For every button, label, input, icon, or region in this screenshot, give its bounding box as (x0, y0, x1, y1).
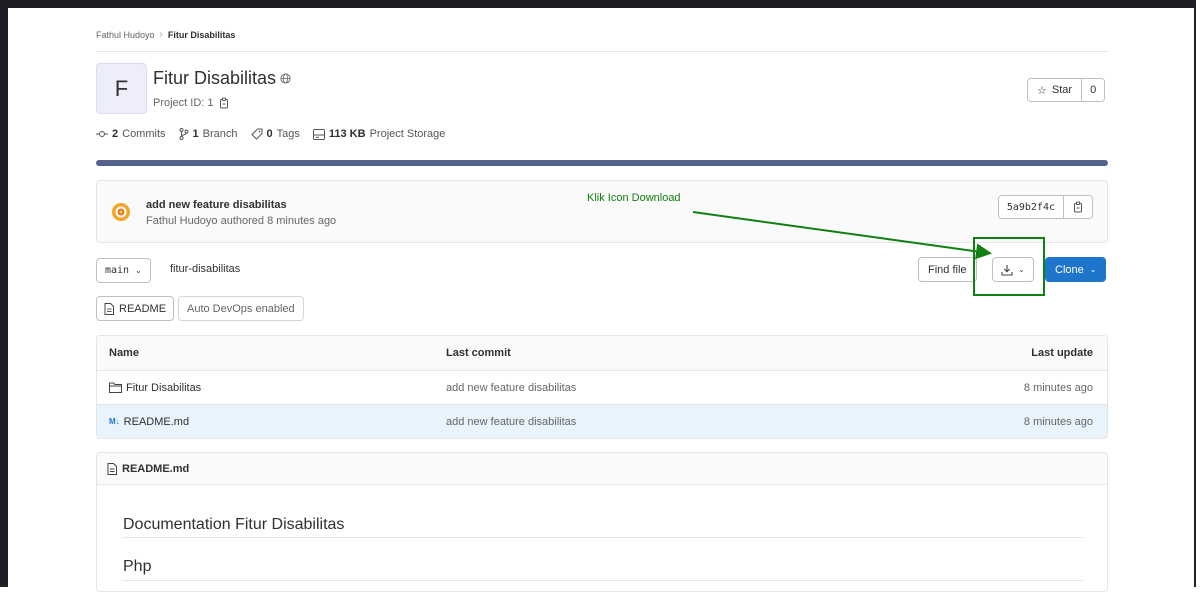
commits-count: 2 (112, 128, 119, 140)
breadcrumb-chevron-icon: › (159, 29, 163, 40)
branch-icon (179, 128, 189, 140)
commits-stat[interactable]: 2 Commits (96, 128, 166, 140)
copy-sha-button[interactable] (1064, 196, 1092, 218)
header-last-update: Last update (1031, 347, 1093, 359)
star-button-group: ☆ Star 0 (1027, 78, 1106, 102)
file-name-link[interactable]: Fitur Disabilitas (109, 382, 201, 394)
file-last-update: 8 minutes ago (1023, 381, 1093, 394)
commit-author-meta: Fathul Hudoyo authored 8 minutes ago (146, 215, 337, 227)
project-avatar[interactable]: F (96, 63, 147, 114)
table-header-row: Name Last commit Last update (97, 336, 1107, 370)
branch-count: 1 (192, 128, 199, 140)
screen-frame-left (0, 0, 8, 587)
copy-icon (1073, 201, 1082, 213)
project-title-wrap: Fitur Disabilitas (153, 68, 291, 89)
table-row[interactable]: M↓ README.md add new feature disabilitas… (97, 404, 1107, 438)
clone-label: Clone (1055, 263, 1084, 276)
auto-devops-button[interactable]: Auto DevOps enabled (178, 296, 304, 321)
file-tree-table: Name Last commit Last update Fitur Disab… (96, 335, 1108, 439)
chevron-down-icon: ⌄ (135, 266, 142, 275)
tag-icon (250, 128, 262, 140)
file-icon (104, 302, 114, 315)
header-last-commit: Last commit (446, 347, 511, 359)
annotation-label: Klik Icon Download (587, 192, 681, 204)
find-file-button[interactable]: Find file (918, 257, 977, 282)
markdown-icon: M↓ (109, 417, 120, 426)
storage-usage-fill (96, 160, 1108, 166)
branch-selector[interactable]: main ⌄ (96, 258, 151, 283)
project-avatar-letter: F (114, 75, 129, 101)
project-id: Project ID: 1 (153, 97, 230, 109)
storage-value: 113 KB (328, 128, 366, 140)
star-button[interactable]: ☆ Star (1028, 79, 1083, 101)
commits-label: Commits (122, 128, 166, 140)
download-source-button[interactable]: ⌄ (992, 257, 1034, 282)
star-label: Star (1051, 84, 1073, 96)
file-name-text: Fitur Disabilitas (126, 381, 202, 394)
branch-selector-value: main (105, 265, 130, 276)
file-last-commit-link[interactable]: add new feature disabilitas (446, 416, 576, 428)
storage-stat[interactable]: 113 KB Project Storage (312, 128, 446, 140)
repository-path-link[interactable]: fitur-disabilitas (170, 263, 240, 275)
header-name: Name (109, 347, 139, 359)
readme-button[interactable]: README (96, 296, 175, 321)
branch-stat[interactable]: 1 Branch (179, 128, 238, 140)
readme-heading-1-underline (123, 537, 1083, 538)
project-stats: 2 Commits 1 Branch 0 Tags 113 KB Project… (96, 128, 445, 140)
readme-heading-2-underline (123, 580, 1083, 581)
project-id-text: Project ID: 1 (153, 97, 214, 109)
commit-sha-group: 5a9b2f4c (997, 195, 1093, 219)
readme-heading-1: Documentation Fitur Disabilitas (123, 516, 345, 533)
breadcrumb: Fathul Hudoyo › Fitur Disabilitas (96, 29, 235, 40)
breadcrumb-parent-link[interactable]: Fathul Hudoyo (96, 30, 155, 40)
readme-panel-header: README.md (97, 453, 1107, 485)
commit-sha-link[interactable]: 5a9b2f4c (998, 196, 1064, 218)
file-last-update: 8 minutes ago (1023, 415, 1093, 428)
chevron-down-icon: ⌄ (1018, 265, 1025, 274)
tags-count: 0 (266, 128, 273, 140)
find-file-label: Find file (928, 263, 967, 276)
commit-title-link[interactable]: add new feature disabilitas (146, 199, 287, 211)
screen-frame-top (0, 0, 1204, 8)
commit-icon (96, 131, 108, 137)
file-name-link[interactable]: M↓ README.md (109, 416, 189, 428)
file-name-text: README.md (123, 415, 190, 428)
branch-label: Branch (202, 128, 238, 140)
chevron-down-icon: ⌄ (1089, 265, 1097, 274)
header-divider (96, 51, 1108, 52)
project-title: Fitur Disabilitas (153, 68, 277, 88)
storage-label: Project Storage (369, 128, 446, 140)
tags-label: Tags (276, 128, 300, 140)
clone-button[interactable]: Clone ⌄ (1045, 257, 1107, 282)
breadcrumb-current-link[interactable]: Fitur Disabilitas (168, 30, 236, 40)
file-icon (107, 462, 117, 475)
table-row[interactable]: Fitur Disabilitas add new feature disabi… (97, 370, 1107, 404)
file-last-commit-link[interactable]: add new feature disabilitas (446, 382, 576, 394)
readme-button-label: README (119, 302, 167, 315)
readme-filename-link[interactable]: README.md (122, 463, 189, 475)
author-avatar[interactable] (111, 202, 131, 222)
screen-frame-right (1194, 0, 1204, 587)
readme-heading-2: Php (123, 558, 152, 575)
tags-stat[interactable]: 0 Tags (250, 128, 300, 140)
storage-icon (312, 128, 325, 140)
copy-project-id-icon[interactable] (219, 97, 230, 109)
auto-devops-label: Auto DevOps enabled (187, 302, 295, 315)
star-icon: ☆ (1037, 84, 1047, 97)
download-icon (1001, 264, 1013, 276)
folder-icon (109, 382, 122, 393)
star-count[interactable]: 0 (1082, 79, 1105, 101)
last-commit-panel: add new feature disabilitas Fathul Hudoy… (96, 180, 1108, 243)
storage-usage-bar (96, 160, 1108, 166)
readme-panel: README.md Documentation Fitur Disabilita… (96, 452, 1108, 592)
public-globe-icon (280, 73, 291, 84)
